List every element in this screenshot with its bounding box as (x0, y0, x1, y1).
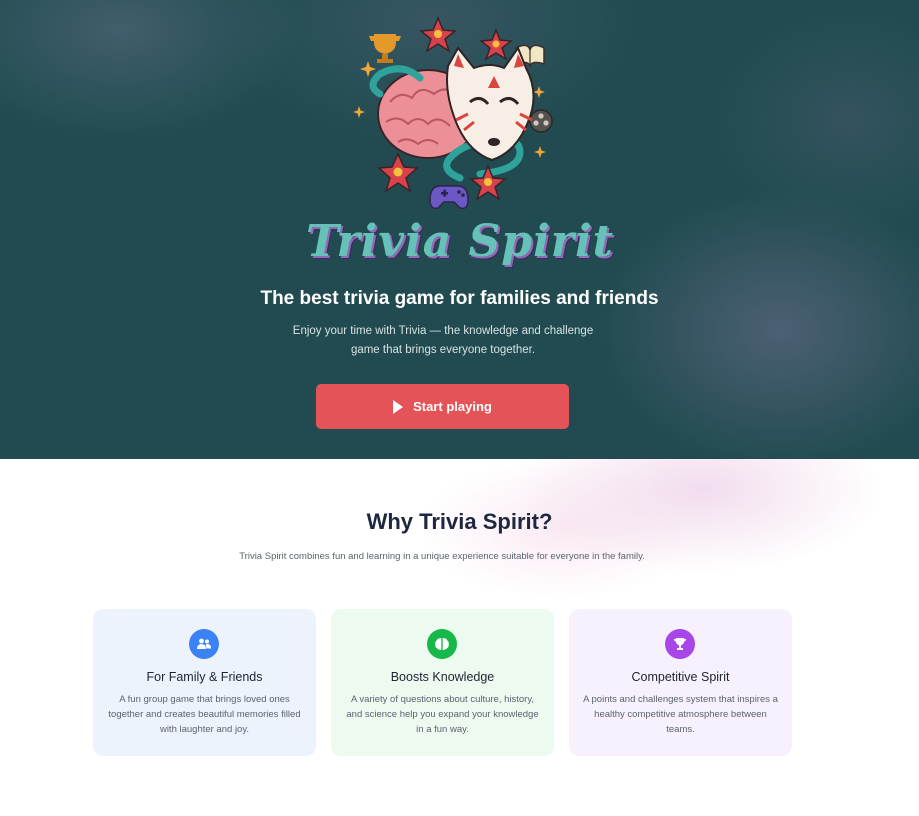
feature-card-competitive: Competitive Spirit A points and challeng… (569, 609, 792, 756)
feature-card-title: Boosts Knowledge (390, 670, 495, 684)
start-playing-label: Start playing (413, 399, 492, 414)
feature-card-text: A variety of questions about culture, hi… (346, 694, 539, 735)
feature-card-text: A fun group game that brings loved ones … (108, 694, 301, 735)
play-icon (393, 399, 404, 414)
feature-card-title: Competitive Spirit (631, 670, 730, 684)
feature-card-text: A points and challenges system that insp… (583, 694, 778, 735)
film-reel-icon (529, 109, 553, 133)
hero-section: Trivia Spirit The best trivia game for f… (0, 0, 919, 459)
trivia-spirit-logo-art (353, 16, 553, 210)
feature-card-family: For Family & Friends A fun group game th… (93, 609, 316, 756)
why-section: Why Trivia Spirit? Trivia Spirit combine… (0, 459, 919, 816)
brain-icon (427, 629, 457, 659)
trophy-icon (369, 34, 401, 63)
trophy-icon (665, 629, 695, 659)
hero-subtitle: Enjoy your time with Trivia — the knowle… (292, 325, 594, 356)
hero-title: The best trivia game for families and fr… (260, 288, 659, 309)
feature-card-title: For Family & Friends (146, 670, 263, 684)
start-playing-button[interactable]: Start playing (316, 384, 569, 429)
feature-card-knowledge: Boosts Knowledge A variety of questions … (331, 609, 554, 756)
users-icon (189, 629, 219, 659)
why-title: Why Trivia Spirit? (366, 509, 553, 534)
why-subtitle: Trivia Spirit combines fun and learning … (239, 551, 645, 562)
gamepad-icon (429, 185, 469, 210)
logo-wordmark: Trivia Spirit (305, 216, 615, 267)
